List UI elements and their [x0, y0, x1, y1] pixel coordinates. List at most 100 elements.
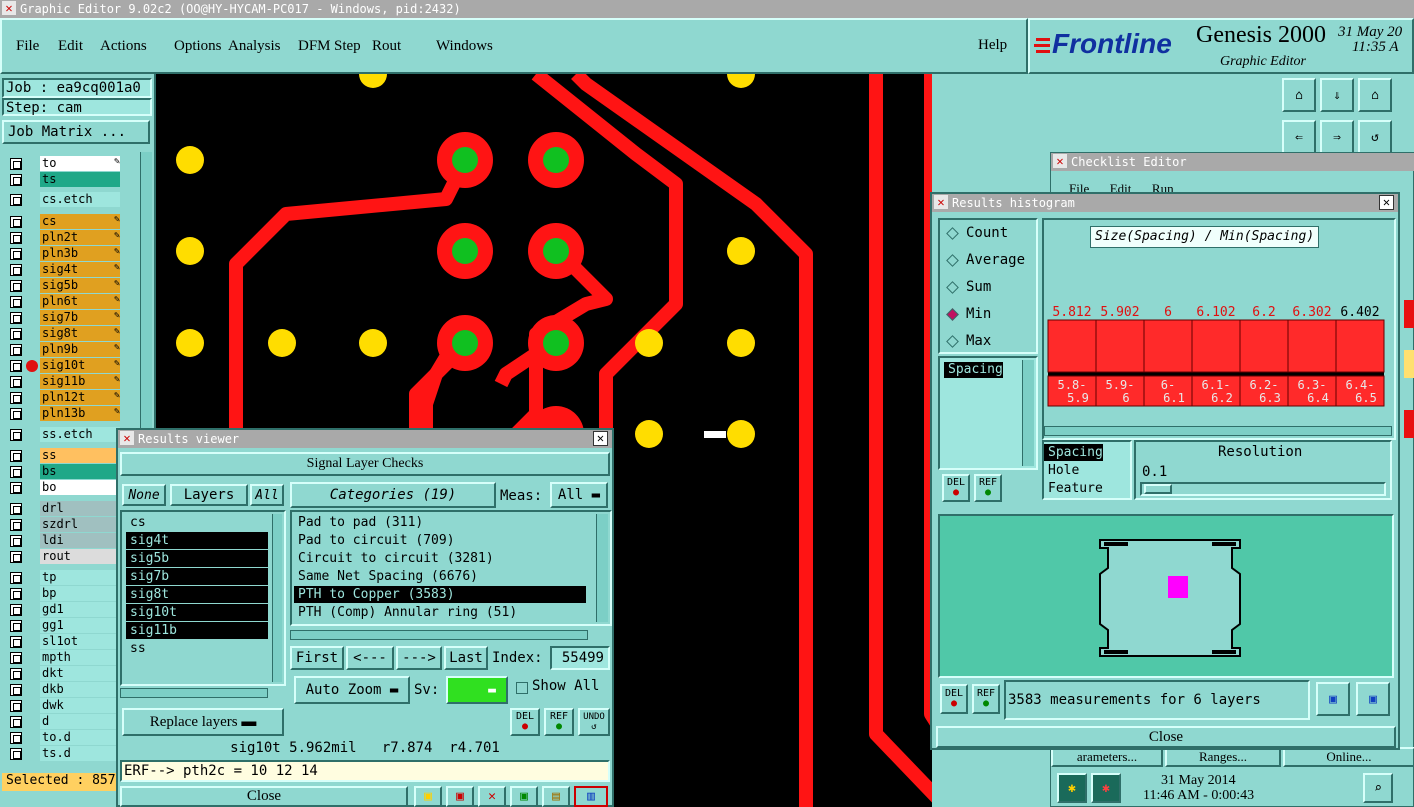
menu-dfm[interactable]: DFM	[298, 38, 331, 55]
layer-row-dwk[interactable]: dwk	[4, 698, 124, 714]
auto-zoom-dropdown[interactable]: Auto Zoom ▬	[294, 676, 410, 704]
help-menu[interactable]: Help	[978, 37, 1007, 54]
layer-row-dkb[interactable]: dkb	[4, 682, 124, 698]
histogram-bar[interactable]	[1095, 319, 1145, 373]
viewer-tool2-icon[interactable]: ▣	[446, 786, 474, 807]
checklist-zoom-icon[interactable]: ⌕	[1363, 773, 1393, 803]
layer-checkbox[interactable]	[10, 194, 22, 206]
all-button[interactable]: All	[250, 484, 284, 506]
layer-checkbox[interactable]	[10, 280, 22, 292]
layer-row-bs[interactable]: bs	[4, 464, 124, 480]
layer-checkbox[interactable]	[10, 652, 22, 664]
viewer-tool4-icon[interactable]: ▣	[510, 786, 538, 807]
layer-row-sl1ot[interactable]: sl1ot	[4, 634, 124, 650]
layer-row-gd1[interactable]: gd1	[4, 602, 124, 618]
layer-row-to[interactable]: to ✎	[4, 156, 124, 172]
viewer-layer-item[interactable]: sig10t	[126, 604, 268, 621]
layer-row-ts[interactable]: ts	[4, 172, 124, 188]
viewer-tool1-icon[interactable]: ▣	[414, 786, 442, 807]
layer-row-rout[interactable]: rout	[4, 549, 124, 565]
viewer-close-button[interactable]: Close	[120, 786, 408, 807]
layer-checkbox[interactable]	[10, 392, 22, 404]
layer-row-d[interactable]: d	[4, 714, 124, 730]
window-close-icon[interactable]: ✕	[2, 1, 16, 15]
category-list-hscroll[interactable]	[290, 630, 588, 640]
sv-color-dropdown[interactable]: ▬	[446, 676, 508, 704]
category-item[interactable]: PTH (Comp) Annular ring (51)	[294, 604, 586, 621]
category-item[interactable]: Circuit to circuit (3281)	[294, 550, 586, 567]
category-item[interactable]: PTH to Copper (3583)	[294, 586, 586, 603]
layer-row-sig11b[interactable]: sig11b ✎	[4, 374, 124, 390]
layer-row-pln3b[interactable]: pln3b ✎	[4, 246, 124, 262]
layer-row-drl[interactable]: drl	[4, 501, 124, 517]
mode-average-radio[interactable]: Average	[944, 251, 1034, 271]
layer-checkbox[interactable]	[10, 668, 22, 680]
layer-row-cs[interactable]: cs ✎	[4, 214, 124, 230]
layer-checkbox[interactable]	[10, 158, 22, 170]
layer-checkbox[interactable]	[10, 588, 22, 600]
menu-rout[interactable]: Rout	[372, 38, 401, 55]
viewer-layer-item[interactable]: sig5b	[126, 550, 268, 567]
mode-max-radio[interactable]: Max	[944, 332, 1034, 352]
resolution-slider[interactable]	[1140, 482, 1386, 496]
layer-row-ldi[interactable]: ldi	[4, 533, 124, 549]
histogram-tool2-icon[interactable]: ▣	[1356, 682, 1390, 716]
resolution-field-list[interactable]: Spacing Hole Feature	[1042, 440, 1132, 500]
layer-checkbox[interactable]	[10, 535, 22, 547]
layer-row-to-d[interactable]: to.d	[4, 730, 124, 746]
layer-row-bo[interactable]: bo	[4, 480, 124, 496]
measure-scrollbar[interactable]	[1022, 360, 1034, 466]
histogram-bar[interactable]	[1143, 319, 1193, 373]
tool-left-icon[interactable]: ⇐	[1282, 120, 1316, 154]
category-list[interactable]: Pad to pad (311) Pad to circuit (709) Circ…	[290, 510, 612, 626]
layer-checkbox[interactable]	[10, 408, 22, 420]
layer-checkbox[interactable]	[10, 216, 22, 228]
histogram-del-button[interactable]: DEL ●	[942, 474, 970, 502]
layer-checkbox[interactable]	[10, 748, 22, 760]
show-all-checkbox[interactable]	[516, 682, 528, 694]
resolution-item[interactable]: Feature	[1044, 480, 1103, 497]
layer-row-sig7b[interactable]: sig7b ✎	[4, 310, 124, 326]
next-button[interactable]: --->	[396, 646, 442, 670]
tool-right-icon[interactable]: ⇒	[1320, 120, 1354, 154]
viewer-layer-item[interactable]: sig8t	[126, 586, 268, 603]
layer-checkbox[interactable]	[10, 312, 22, 324]
layer-row-sig8t[interactable]: sig8t ✎	[4, 326, 124, 342]
layer-row-pln12t[interactable]: pln12t ✎	[4, 390, 124, 406]
layer-checkbox[interactable]	[10, 572, 22, 584]
category-item[interactable]: Pad to pad (311)	[294, 514, 586, 531]
layer-row-ss[interactable]: ss	[4, 448, 124, 464]
layer-row-cs-etch[interactable]: cs.etch	[4, 192, 124, 208]
layer-row-szdrl[interactable]: szdrl	[4, 517, 124, 533]
layer-list-hscroll[interactable]	[120, 688, 268, 698]
layer-checkbox[interactable]	[10, 360, 22, 372]
histogram-close-icon[interactable]: ✕	[1379, 195, 1394, 210]
layer-checkbox[interactable]	[10, 604, 22, 616]
histogram-bar[interactable]	[1239, 319, 1289, 373]
layer-row-tp[interactable]: tp	[4, 570, 124, 586]
histogram-tool1-icon[interactable]: ▣	[1316, 682, 1350, 716]
viewer-layer-item[interactable]: sig11b	[126, 622, 268, 639]
menu-actions[interactable]: Actions	[100, 38, 147, 55]
menu-analysis[interactable]: Analysis	[228, 38, 281, 55]
layer-row-pln13b[interactable]: pln13b ✎	[4, 406, 124, 422]
none-button[interactable]: None	[122, 484, 166, 506]
mode-min-radio[interactable]: Min	[944, 305, 1034, 325]
online-button[interactable]: Online...	[1283, 747, 1414, 767]
layer-row-mpth[interactable]: mpth	[4, 650, 124, 666]
categories-button[interactable]: Categories (19)	[290, 482, 496, 508]
histogram-bar[interactable]	[1287, 319, 1337, 373]
layer-checkbox[interactable]	[10, 264, 22, 276]
resolution-item[interactable]: Hole	[1044, 462, 1079, 479]
layers-button[interactable]: Layers	[170, 484, 248, 506]
viewer-del-button[interactable]: DEL ●	[510, 708, 540, 736]
layer-checkbox[interactable]	[10, 232, 22, 244]
histogram-ref2-button[interactable]: REF ●	[972, 684, 1000, 714]
meas-dropdown[interactable]: All ▬	[550, 482, 608, 508]
measure-list[interactable]: Spacing	[938, 356, 1038, 470]
layer-row-ts-d[interactable]: ts.d	[4, 746, 124, 762]
layer-checkbox[interactable]	[10, 684, 22, 696]
chart-hscroll[interactable]	[1044, 426, 1392, 436]
layer-checkbox[interactable]	[10, 376, 22, 388]
histogram-del2-button[interactable]: DEL ●	[940, 684, 968, 714]
